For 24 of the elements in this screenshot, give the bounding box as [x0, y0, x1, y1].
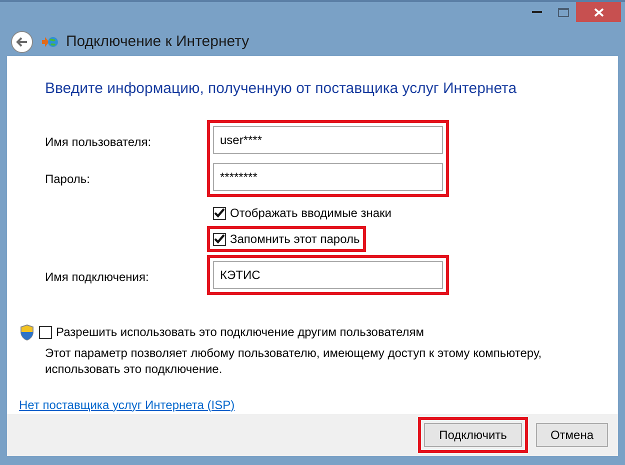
input-field[interactable]: ********: [213, 163, 443, 192]
checkbox-label[interactable]: Разрешить использовать это подключение другим пользователям: [56, 323, 424, 342]
isp-link[interactable]: Нет поставщика услуг Интернета (ISP): [19, 396, 235, 414]
close-button[interactable]: [576, 2, 621, 22]
field-label: Пароль:: [45, 170, 91, 188]
checkbox[interactable]: [213, 206, 226, 220]
input-field[interactable]: user****: [213, 126, 443, 154]
connect-button[interactable]: Подключить: [424, 422, 522, 447]
close-icon: [594, 8, 604, 16]
window-title: Подключение к Интернету: [66, 32, 250, 52]
minimize-icon: [532, 10, 542, 14]
dialog-heading: Введите информацию, полученную от поставщика услуг Интернета: [45, 78, 518, 99]
description-text: Этот параметр позволяет любому пользователю, имеющему доступ к этому компьютеру, использовать это подключение.: [45, 345, 543, 378]
checkbox-label[interactable]: Отображать вводимые знаки: [230, 204, 392, 222]
maximize-icon: [558, 8, 568, 16]
checkbox[interactable]: [39, 326, 52, 339]
checkbox-label[interactable]: Запомнить этот пароль: [230, 230, 360, 248]
back-button[interactable]: [10, 30, 34, 54]
input-field[interactable]: КЭТИС: [213, 261, 443, 290]
cancel-button[interactable]: Отмена: [536, 422, 608, 447]
shield-icon: [19, 324, 35, 341]
field-label: Имя подключения:: [45, 268, 150, 286]
checkbox[interactable]: [213, 232, 226, 246]
field-label: Имя пользователя:: [45, 134, 152, 151]
